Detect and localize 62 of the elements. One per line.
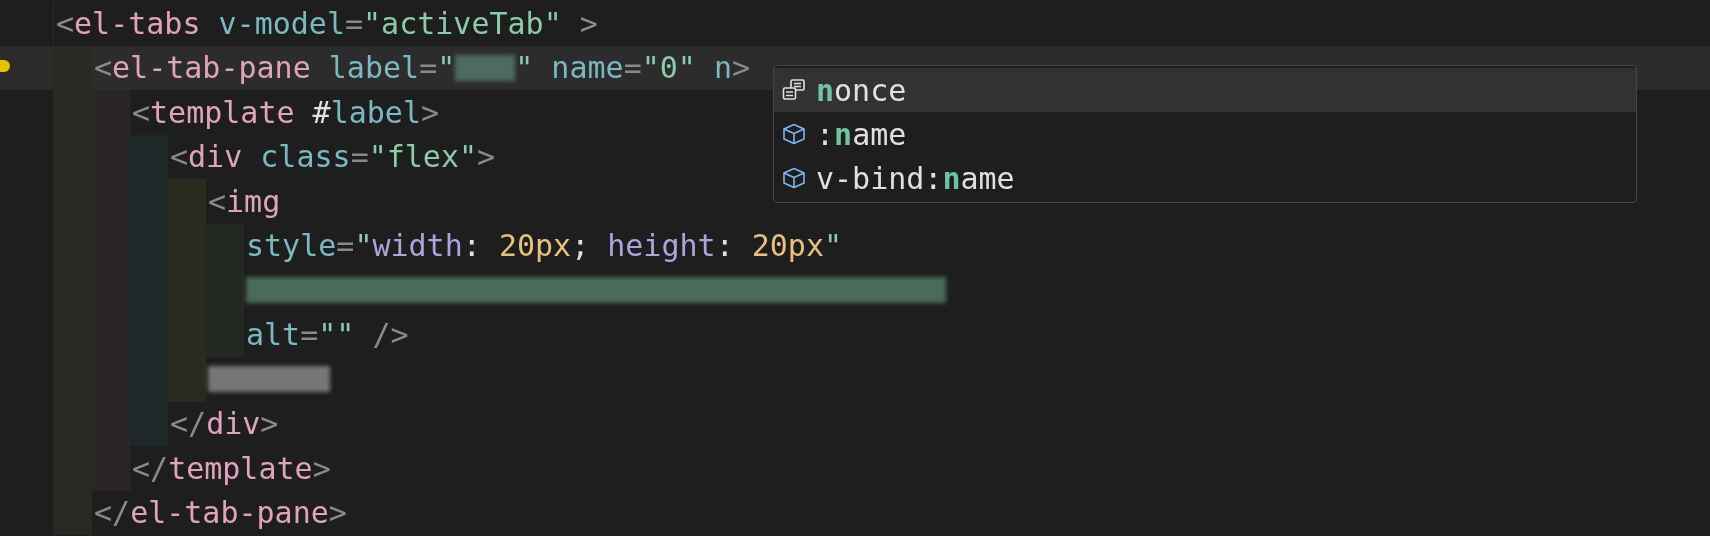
- code-token: >: [421, 93, 440, 132]
- code-token: "activeTab": [363, 4, 562, 43]
- code-token: =: [350, 138, 369, 177]
- code-token: >: [328, 494, 347, 533]
- code-token: "flex": [368, 138, 478, 177]
- code-token: >: [260, 405, 279, 444]
- code-token: 20px: [751, 227, 824, 266]
- code-token: <: [56, 4, 75, 43]
- code-token: 20px: [498, 227, 572, 266]
- code-token: ;: [571, 227, 591, 266]
- code-token: :: [462, 227, 482, 266]
- code-token: ": [354, 227, 373, 266]
- suggestion-item[interactable]: v-bind:name: [774, 156, 1636, 200]
- code-token: "": [318, 316, 355, 355]
- code-token: label: [330, 93, 421, 132]
- code-token: =: [300, 316, 319, 355]
- code-token: el-tab-pane: [130, 494, 329, 533]
- code-token: height: [607, 227, 716, 266]
- suggestion-item[interactable]: :name: [774, 112, 1636, 156]
- code-token: />: [371, 316, 409, 355]
- code-token: >: [312, 449, 331, 488]
- code-token: :: [715, 227, 735, 266]
- code-token: </: [170, 405, 207, 444]
- code-token: v-model: [217, 4, 345, 43]
- code-token: >: [578, 4, 598, 43]
- code-token: label: [327, 49, 420, 88]
- snippet-icon: [782, 79, 806, 101]
- code-token: el-tab-pane: [112, 49, 311, 88]
- code-token: width: [372, 227, 463, 266]
- code-token: <: [170, 138, 189, 177]
- code-token: div: [206, 405, 261, 444]
- cube-icon: [782, 123, 806, 145]
- code-token: class: [259, 138, 351, 177]
- code-token: img: [226, 182, 281, 221]
- code-token: </: [132, 449, 169, 488]
- cube-icon: [782, 167, 806, 189]
- code-token: name: [550, 49, 624, 88]
- code-token: =: [623, 49, 642, 88]
- code-token: >: [477, 138, 496, 177]
- code-token: style: [246, 227, 337, 266]
- code-token: >: [732, 49, 751, 88]
- code-token: =: [336, 227, 355, 266]
- code-token: template: [150, 93, 295, 132]
- code-token: ": [515, 49, 534, 88]
- code-token: alt: [246, 316, 301, 355]
- code-token: </: [94, 494, 131, 533]
- code-token: n: [712, 49, 732, 88]
- code-token: =: [419, 49, 438, 88]
- code-token: <: [132, 93, 151, 132]
- code-token: ": [437, 49, 456, 88]
- code-token: div: [188, 138, 243, 177]
- code-token: =: [345, 4, 364, 43]
- blurred-text: [455, 54, 516, 81]
- indent-guide: [168, 357, 206, 402]
- code-token: template: [168, 449, 313, 488]
- code-token: ": [824, 227, 843, 266]
- code-token: #: [311, 93, 331, 132]
- code-token: <: [208, 182, 227, 221]
- code-token: el-tabs: [74, 4, 201, 43]
- code-token: <: [94, 49, 113, 88]
- code-token: "0": [641, 49, 696, 88]
- suggestion-item[interactable]: nonce: [774, 68, 1636, 112]
